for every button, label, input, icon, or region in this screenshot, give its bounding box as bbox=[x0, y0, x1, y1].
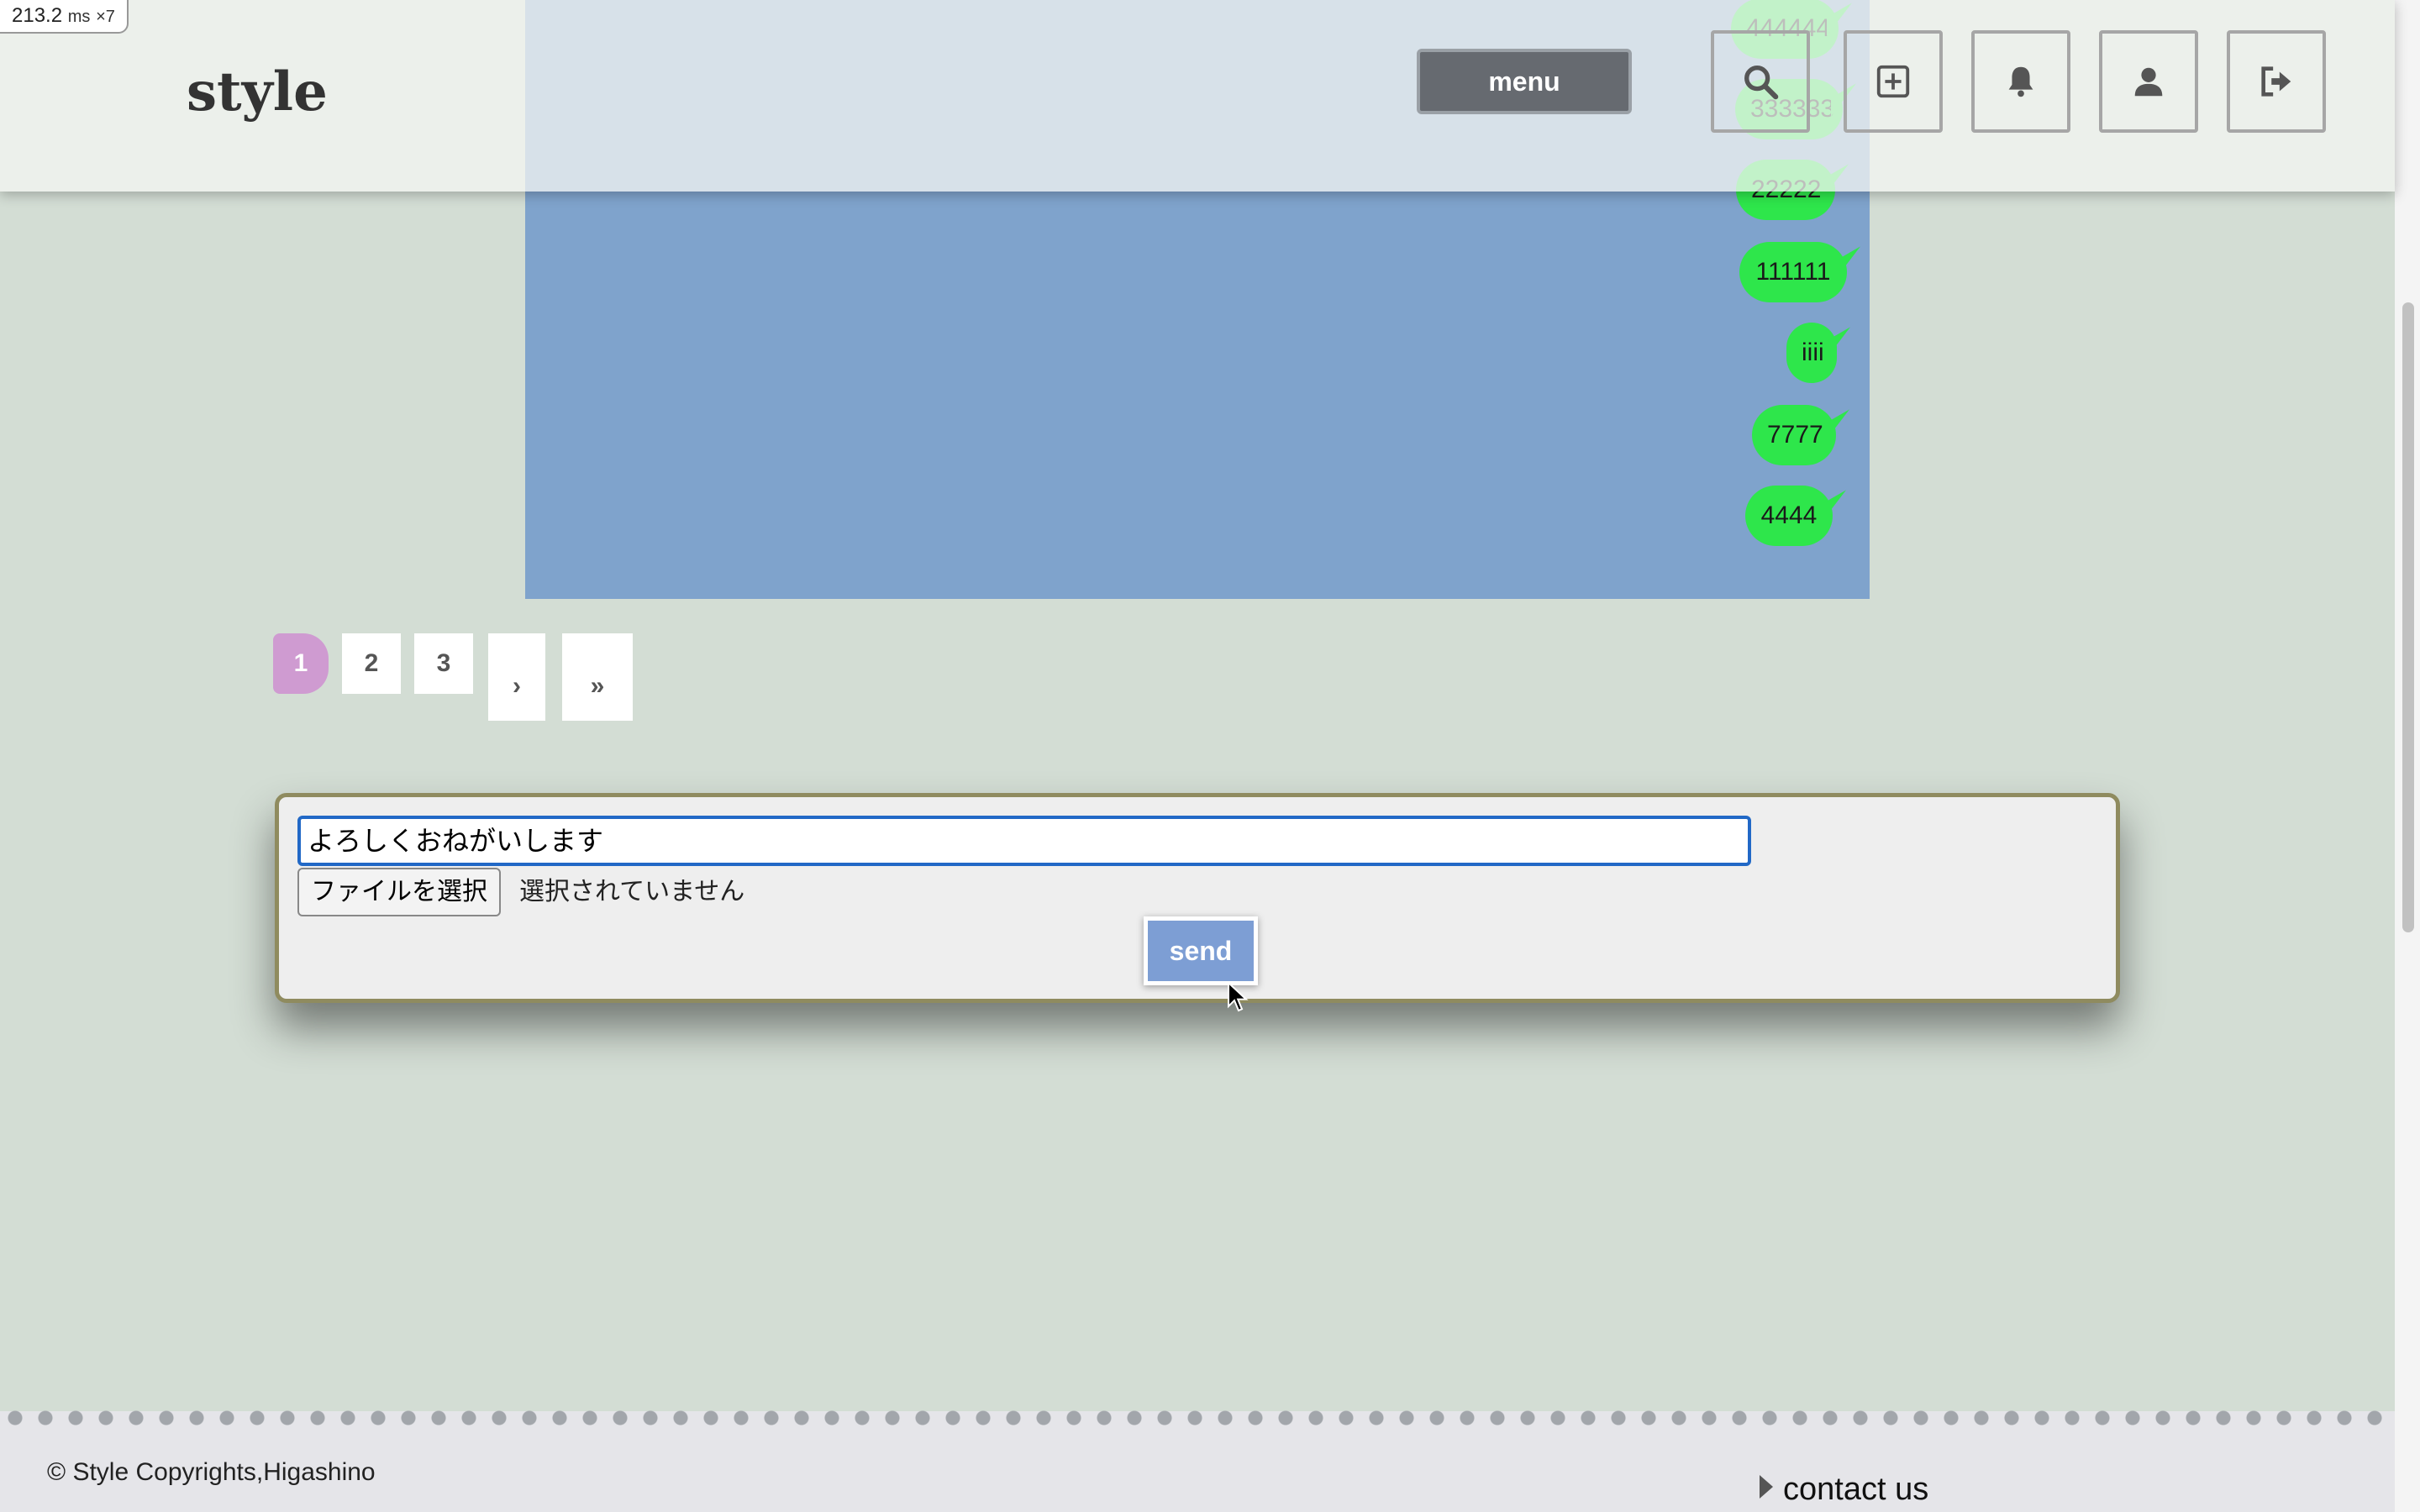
file-status-text: 選択されていません bbox=[519, 877, 745, 906]
perf-value: 213.2 bbox=[12, 4, 63, 27]
page-2-button[interactable]: 2 bbox=[342, 633, 401, 694]
sign-out-icon bbox=[2261, 66, 2291, 97]
chat-bubble: 111111 bbox=[1739, 242, 1847, 302]
menu-button[interactable]: menu bbox=[1417, 49, 1632, 114]
perf-multiplier: ×7 bbox=[96, 8, 115, 26]
bell-icon bbox=[2008, 66, 2033, 97]
copyright-text: © Style Copyrights,Higashino bbox=[47, 1458, 376, 1486]
plus-square-icon bbox=[1876, 65, 1910, 98]
site-logo[interactable]: style bbox=[187, 60, 328, 123]
footer-dotted-divider bbox=[0, 1410, 2395, 1426]
chat-bubble: iiii bbox=[1786, 323, 1837, 383]
add-button[interactable] bbox=[1844, 30, 1943, 133]
message-input[interactable]: よろしくおねがいします bbox=[297, 816, 1751, 866]
profile-button[interactable] bbox=[2099, 30, 2198, 133]
triangle-right-icon bbox=[1760, 1475, 1773, 1499]
last-page-button[interactable]: » bbox=[562, 633, 633, 721]
logout-button[interactable] bbox=[2227, 30, 2326, 133]
chat-bubble: 7777 bbox=[1752, 405, 1836, 465]
send-button[interactable]: send bbox=[1144, 916, 1258, 985]
mouse-cursor-icon bbox=[1228, 981, 1249, 1012]
page-scrollbar[interactable] bbox=[2395, 0, 2420, 1512]
search-button[interactable] bbox=[1711, 30, 1810, 133]
message-form: よろしくおねがいします ファイルを選択 選択されていません send bbox=[275, 793, 2120, 1003]
page-1-button[interactable]: 1 bbox=[273, 633, 329, 694]
chat-bubble: 4444 bbox=[1745, 486, 1833, 546]
notifications-button[interactable] bbox=[1971, 30, 2070, 133]
search-icon bbox=[1744, 66, 1779, 100]
next-page-button[interactable]: › bbox=[488, 633, 545, 721]
contact-link[interactable]: contact us bbox=[1783, 1472, 1928, 1508]
perf-badge: 213.2 ms ×7 bbox=[0, 0, 129, 34]
site-header: style menu bbox=[0, 0, 2395, 192]
file-select-button[interactable]: ファイルを選択 bbox=[297, 868, 501, 916]
user-icon bbox=[2134, 67, 2163, 97]
perf-unit: ms bbox=[67, 8, 91, 26]
page-3-button[interactable]: 3 bbox=[414, 633, 473, 694]
scrollbar-thumb[interactable] bbox=[2402, 302, 2414, 932]
